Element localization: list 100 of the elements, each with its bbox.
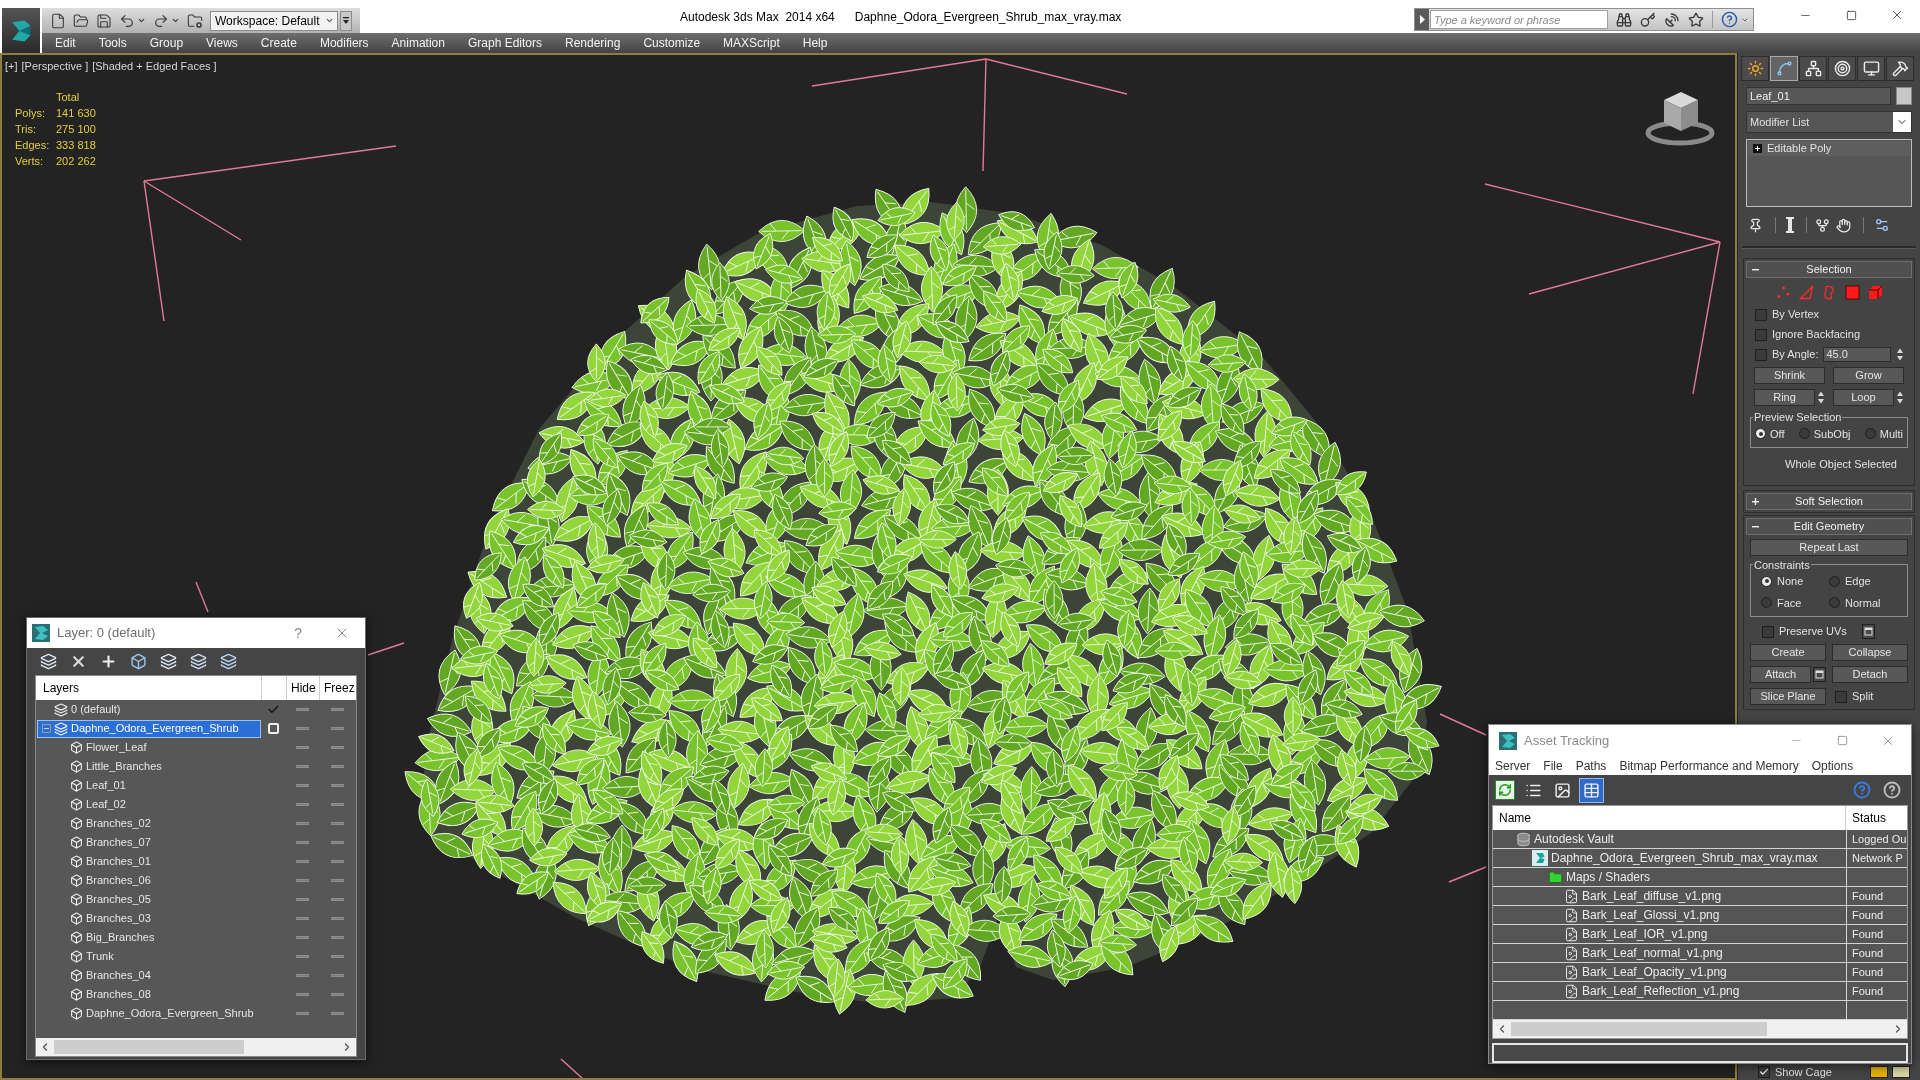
workspace-dropdown[interactable]: Workspace: Default <box>210 10 338 31</box>
plus-box-icon[interactable] <box>1753 144 1762 153</box>
panel-button[interactable]: Loop <box>1833 389 1894 406</box>
key-icon[interactable] <box>1640 11 1656 28</box>
layer-item[interactable]: 0 (default) <box>37 700 126 719</box>
menu-item[interactable]: Bitmap Performance and Memory <box>1614 756 1804 775</box>
panel-tab[interactable] <box>1799 56 1827 81</box>
caret-icon[interactable] <box>1415 9 1429 30</box>
help-button[interactable]: ? <box>294 622 302 644</box>
layer-item[interactable]: Branches_07 <box>53 833 156 852</box>
app-logo-icon[interactable] <box>2 8 40 53</box>
menu-item[interactable]: File <box>1538 756 1568 775</box>
spinner-arrows-icon[interactable] <box>1817 390 1825 405</box>
pin-icon[interactable] <box>1748 217 1763 233</box>
layer-item[interactable]: Little_Branches <box>53 757 167 776</box>
panel-button[interactable]: Collapse <box>1832 644 1908 661</box>
layer-item[interactable]: Flower_Leaf <box>53 738 152 757</box>
viewport-menu-label[interactable]: [Perspective ] <box>21 58 89 75</box>
panel-button[interactable]: Shrink <box>1754 367 1825 384</box>
asset-item[interactable]: Bark_Leaf_Opacity_v1.png <box>1564 963 1730 981</box>
search-field[interactable]: Type a keyword or phrase <box>1430 10 1608 29</box>
panel-button[interactable]: Grow <box>1833 367 1904 384</box>
hand-icon[interactable] <box>1836 217 1851 233</box>
redo-icon[interactable] <box>153 12 169 29</box>
layers-icon[interactable] <box>220 653 237 670</box>
asset-item[interactable]: Bark_Leaf_Reflection_v1.png <box>1564 982 1743 1000</box>
scrollbar-thumb[interactable] <box>1511 1022 1767 1036</box>
menu-item[interactable]: Customize <box>637 34 707 52</box>
menu-item[interactable]: Group <box>143 34 190 52</box>
panel-button[interactable]: Ring <box>1754 389 1815 406</box>
save-icon[interactable] <box>96 12 112 29</box>
menu-item[interactable]: Paths <box>1570 756 1612 775</box>
maximize-icon[interactable] <box>1845 9 1857 21</box>
undo-icon[interactable] <box>119 12 135 29</box>
menu-item[interactable]: Create <box>254 34 303 52</box>
panel-button[interactable]: Repeat Last <box>1750 538 1908 556</box>
horizontal-scrollbar[interactable] <box>36 1038 356 1056</box>
panel-button[interactable]: Detach <box>1832 666 1908 683</box>
settings-icon[interactable] <box>1874 217 1890 233</box>
layer-item[interactable]: Branches_05 <box>53 890 156 909</box>
panel-button[interactable]: Create <box>1750 644 1826 661</box>
menu-item[interactable]: Views <box>200 34 244 52</box>
checkbox[interactable] <box>1762 625 1774 638</box>
dots-icon[interactable] <box>1775 284 1791 300</box>
delete-icon[interactable] <box>70 653 87 670</box>
radio-button[interactable] <box>1829 575 1840 587</box>
color-swatch[interactable] <box>1892 1066 1910 1078</box>
viewport-menu-label[interactable]: [Shaded + Edged Faces ] <box>92 58 217 75</box>
menu-item[interactable]: Options <box>1806 756 1859 775</box>
menu-item[interactable]: Animation <box>385 34 451 52</box>
panel-tab[interactable] <box>1886 56 1914 81</box>
panel-tab[interactable] <box>1741 56 1769 81</box>
help-icon[interactable] <box>1721 11 1738 28</box>
checkbox[interactable] <box>1755 308 1767 321</box>
open-folder-icon[interactable] <box>73 12 89 29</box>
layer-item[interactable]: Daphne_Odora_Evergreen_Shrub <box>37 719 261 738</box>
asset-item[interactable]: Daphne_Odora_Evergreen_Shrub_max_vray.max <box>1532 849 1821 867</box>
caret-icon[interactable] <box>171 16 180 25</box>
checkbox[interactable] <box>1755 328 1767 341</box>
asset-item[interactable]: Bark_Leaf_IOR_v1.png <box>1564 925 1711 943</box>
modifier-list-dropdown[interactable]: Modifier List <box>1746 111 1912 133</box>
menu-item[interactable]: Edit <box>49 34 82 52</box>
radio-button[interactable] <box>1798 428 1810 440</box>
layer-item[interactable]: Leaf_01 <box>53 776 131 795</box>
layer-item[interactable]: Big_Branches <box>53 928 160 947</box>
bar-icon[interactable] <box>1786 217 1794 233</box>
scrollbar-thumb[interactable] <box>54 1040 244 1054</box>
settings-box-icon[interactable] <box>1861 624 1875 639</box>
help-icon[interactable] <box>1853 781 1871 799</box>
menu-item[interactable]: Tools <box>92 34 133 52</box>
asset-item[interactable]: Bark_Leaf_Glossi_v1.png <box>1564 906 1723 924</box>
caret-icon[interactable] <box>137 16 146 25</box>
radio-button[interactable] <box>1761 597 1772 609</box>
layer-item[interactable]: Branches_02 <box>53 814 156 833</box>
object-name-field[interactable]: Leaf_01 <box>1746 87 1891 105</box>
layers-icon[interactable] <box>190 653 207 670</box>
panel-button[interactable]: Attach <box>1750 666 1811 683</box>
spinner-arrows-icon[interactable] <box>1896 390 1904 405</box>
angle-field[interactable]: 45.0 <box>1823 347 1892 362</box>
cube-icon[interactable] <box>1867 284 1883 300</box>
color-swatch[interactable] <box>1870 1066 1888 1078</box>
rollout-header[interactable]: Soft Selection <box>1746 492 1912 510</box>
radio-button[interactable] <box>1755 428 1766 440</box>
triangle-icon[interactable] <box>1798 284 1814 300</box>
checkbox[interactable] <box>1758 1066 1770 1078</box>
refresh-icon[interactable] <box>1495 780 1515 800</box>
new-file-icon[interactable] <box>50 12 66 29</box>
asset-item[interactable]: Bark_Leaf_diffuse_v1.png <box>1564 887 1725 905</box>
square-icon[interactable] <box>1844 284 1860 300</box>
minus-box-icon[interactable] <box>41 724 51 733</box>
radio-button[interactable] <box>1761 575 1772 587</box>
layer-item[interactable]: Branches_01 <box>53 852 156 871</box>
menu-item[interactable]: Help <box>796 34 834 52</box>
layer-item[interactable]: Branches_03 <box>53 909 156 928</box>
menu-item[interactable]: Rendering <box>559 34 627 52</box>
checkbox[interactable] <box>1835 690 1847 703</box>
radio-button[interactable] <box>1864 428 1876 440</box>
maximize-icon[interactable] <box>1836 735 1848 746</box>
settings-box-icon[interactable] <box>1813 667 1826 682</box>
loop-icon[interactable] <box>1821 284 1837 300</box>
